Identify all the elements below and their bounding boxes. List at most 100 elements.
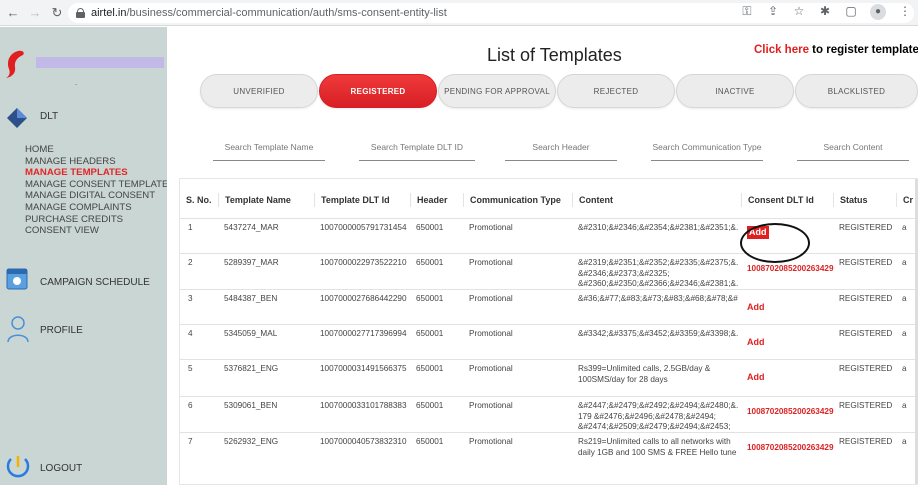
sidebar: . DLT HOME MANAGE HEADERS MANAGE TEMPLAT… [0,27,175,485]
cell-cr: a [902,294,907,303]
browser-toolbar: ← → ↻ airtel.in/business/commercial-comm… [0,0,918,26]
add-consent-button[interactable]: Add [747,372,765,383]
cell-consent-dlt-id: Add [747,364,765,384]
register-template-link[interactable]: Click here to register template [754,44,918,56]
sidebar-item-manage-templates[interactable]: MANAGE TEMPLATES [25,167,175,179]
cell-consent-dlt-id: Add [747,294,765,314]
add-consent-button[interactable]: Add [747,337,765,348]
back-arrow-icon[interactable]: ← [4,4,22,22]
table-row: 3 5484387_BEN 1007000027686442290 650001 Pro… [180,290,918,325]
cell-template-dlt-id: 1007000027686442290 [320,294,407,303]
cell-template-name: 5309061_BEN [224,401,278,410]
cell-template-dlt-id: 1007000033101788383 [320,401,407,410]
cell-content: &#3342;&#3375;&#3452;&#3359;&#3398;&... [578,329,738,338]
column-header-consent-dlt-id: Consent DLT Id [741,193,814,207]
cell-template-name: 5345059_MAL [224,329,278,338]
sidebar-item-manage-complaints[interactable]: MANAGE COMPLAINTS [25,202,175,214]
extensions-icon[interactable]: ✱ [818,4,832,20]
forward-arrow-icon[interactable]: → [26,4,44,22]
share-icon[interactable]: ⇪ [766,4,780,20]
cell-cr: a [902,437,907,446]
cell-content: &#2310;&#2346;&#2354;&#2381;&#2351;&... [578,223,738,232]
column-header-content: Content [572,193,613,207]
star-icon[interactable]: ☆ [792,4,806,20]
cell-content: &#2447;&#2479;&#2492;&#2494;&#2480;&... … [578,401,738,431]
search-template-dlt-id-input[interactable]: Search Template DLT ID [359,140,475,161]
cell-header: 650001 [416,364,444,373]
tab-rejected[interactable]: REJECTED [557,74,675,108]
profile-avatar-icon[interactable]: ● [870,4,886,20]
brand-name-bar [36,57,164,68]
sidebar-item-home[interactable]: HOME [25,144,175,156]
tab-registered[interactable]: REGISTERED [319,74,437,108]
cell-consent-dlt-id: 1008702085200263429 [747,258,835,275]
column-header-header: Header [410,193,448,207]
tab-unverified[interactable]: UNVERIFIED [200,74,318,108]
sidebar-profile[interactable]: PROFILE [40,325,83,336]
cell-sno: 2 [188,258,193,267]
column-header-cr: Cr [896,193,913,207]
cell-sno: 3 [188,294,193,303]
search-filters: Search Template Name Search Template DLT… [167,140,918,162]
search-communication-type-input[interactable]: Search Communication Type [651,140,763,161]
consent-dlt-id-link[interactable]: 1008702085200263429 [747,264,835,275]
key-icon[interactable]: ⚿ [740,4,754,20]
cell-content: Rs399=Unlimited calls, 2.5GB/day & 100SM… [578,364,711,384]
tab-blacklisted[interactable]: BLACKLISTED [795,74,918,108]
cell-status: REGISTERED [839,364,893,373]
cell-status: REGISTERED [839,258,893,267]
consent-dlt-id-link[interactable]: 1008702085200263429 [747,443,835,454]
tab-inactive[interactable]: INACTIVE [676,74,794,108]
cell-communication-type: Promotional [469,401,513,410]
column-header-template-name: Template Name [218,193,291,207]
table-row: 1 5437274_MAR 1007000005791731454 650001 Pro… [180,219,918,254]
search-content-input[interactable]: Search Content [797,140,909,161]
search-header-input[interactable]: Search Header [505,140,617,161]
sidebar-item-consent-view[interactable]: CONSENT VIEW [25,225,175,237]
cell-consent-dlt-id: 1008702085200263429 [747,437,835,454]
sidebar-item-manage-digital-consent[interactable]: MANAGE DIGITAL CONSENT [25,190,175,202]
add-consent-button[interactable]: Add [747,226,769,239]
reload-icon[interactable]: ↻ [48,4,66,22]
sidebar-item-manage-headers[interactable]: MANAGE HEADERS [25,156,175,168]
sidebar-logout[interactable]: LOGOUT [40,463,82,474]
consent-dlt-id-link[interactable]: 1008702085200263429 [747,407,835,418]
sidebar-campaign-schedule[interactable]: CAMPAIGN SCHEDULE [40,277,150,288]
cell-status: REGISTERED [839,401,893,410]
menu-dots-icon[interactable]: ⋮ [898,4,912,20]
cell-cr: a [902,364,907,373]
cell-cr: a [902,401,907,410]
search-template-name-input[interactable]: Search Template Name [213,140,325,161]
cell-cr: a [902,258,907,267]
column-header-template-dlt-id: Template DLT Id [314,193,390,207]
tab-pending-for-approval[interactable]: PENDING FOR APPROVAL [438,74,556,108]
sidepanel-icon[interactable]: ▢ [844,4,858,20]
campaign-schedule-icon [6,268,28,290]
cell-sno: 6 [188,401,193,410]
sidebar-menu: HOME MANAGE HEADERS MANAGE TEMPLATES MAN… [25,144,175,237]
cell-cr: a [902,329,907,338]
column-header-communication-type: Communication Type [463,193,561,207]
sidebar-item-manage-consent-templates[interactable]: MANAGE CONSENT TEMPLATES [25,179,175,191]
table-row: 2 5289397_MAR 1007000022973522210 650001 Pro… [180,254,918,290]
cell-consent-dlt-id: 1008702085200263429 [747,401,835,418]
cell-template-dlt-id: 1007000005791731454 [320,223,407,232]
page-title: List of Templates [487,45,622,65]
add-consent-button[interactable]: Add [747,302,765,313]
profile-person-icon [7,316,29,343]
sidebar-item-purchase-credits[interactable]: PURCHASE CREDITS [25,214,175,226]
cell-status: REGISTERED [839,329,893,338]
table-row: 7 5262932_ENG 1007000040573832310 650001 Pro… [180,433,918,484]
cell-template-dlt-id: 1007000040573832310 [320,437,407,446]
url-text: airtel.in/business/commercial-communicat… [91,7,447,19]
column-header-sno: S. No. [186,195,212,205]
cell-content: &#2319;&#2351;&#2352;&#2335;&#2375;&... … [578,258,738,288]
cell-sno: 7 [188,437,193,446]
cell-header: 650001 [416,258,444,267]
table-row: 6 5309061_BEN 1007000033101788383 650001 Pro… [180,397,918,433]
main-content: List of Templates Click here to register… [167,27,918,485]
cell-template-dlt-id: 1007000022973522210 [320,258,407,267]
cell-header: 650001 [416,437,444,446]
dlt-diamond-icon [7,108,27,128]
sidebar-dlt-label: DLT [40,111,59,122]
